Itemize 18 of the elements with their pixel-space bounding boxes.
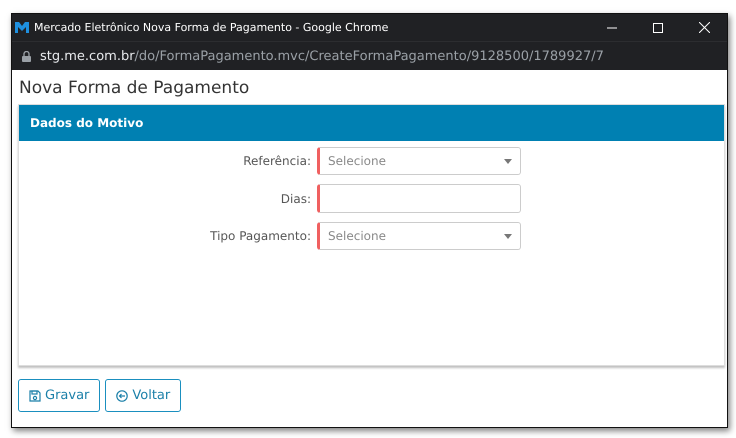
panel-header: Dados do Motivo [19, 105, 724, 141]
save-button[interactable]: Gravar [18, 379, 100, 412]
field-label: Tipo Pagamento: [209, 229, 312, 243]
back-arrow-icon [116, 390, 128, 402]
back-button[interactable]: Voltar [105, 379, 182, 412]
select-dropdown[interactable]: Selecione [317, 222, 521, 250]
logo-icon [15, 22, 29, 33]
input-field[interactable] [317, 184, 521, 213]
window-title: Mercado Eletrônico Nova Forma de Pagamento - Google Chrome [34, 21, 390, 34]
lock-icon [22, 50, 31, 62]
caret-icon [504, 158, 512, 164]
caret-icon [504, 234, 512, 238]
maximize-icon [653, 22, 663, 32]
field-label: Dias: [280, 192, 312, 206]
close-icon [698, 22, 710, 33]
select-dropdown[interactable]: Selecione [317, 147, 521, 175]
field-label: Referência: [242, 154, 312, 168]
page-title: Nova Forma de Pagamento [19, 78, 250, 98]
